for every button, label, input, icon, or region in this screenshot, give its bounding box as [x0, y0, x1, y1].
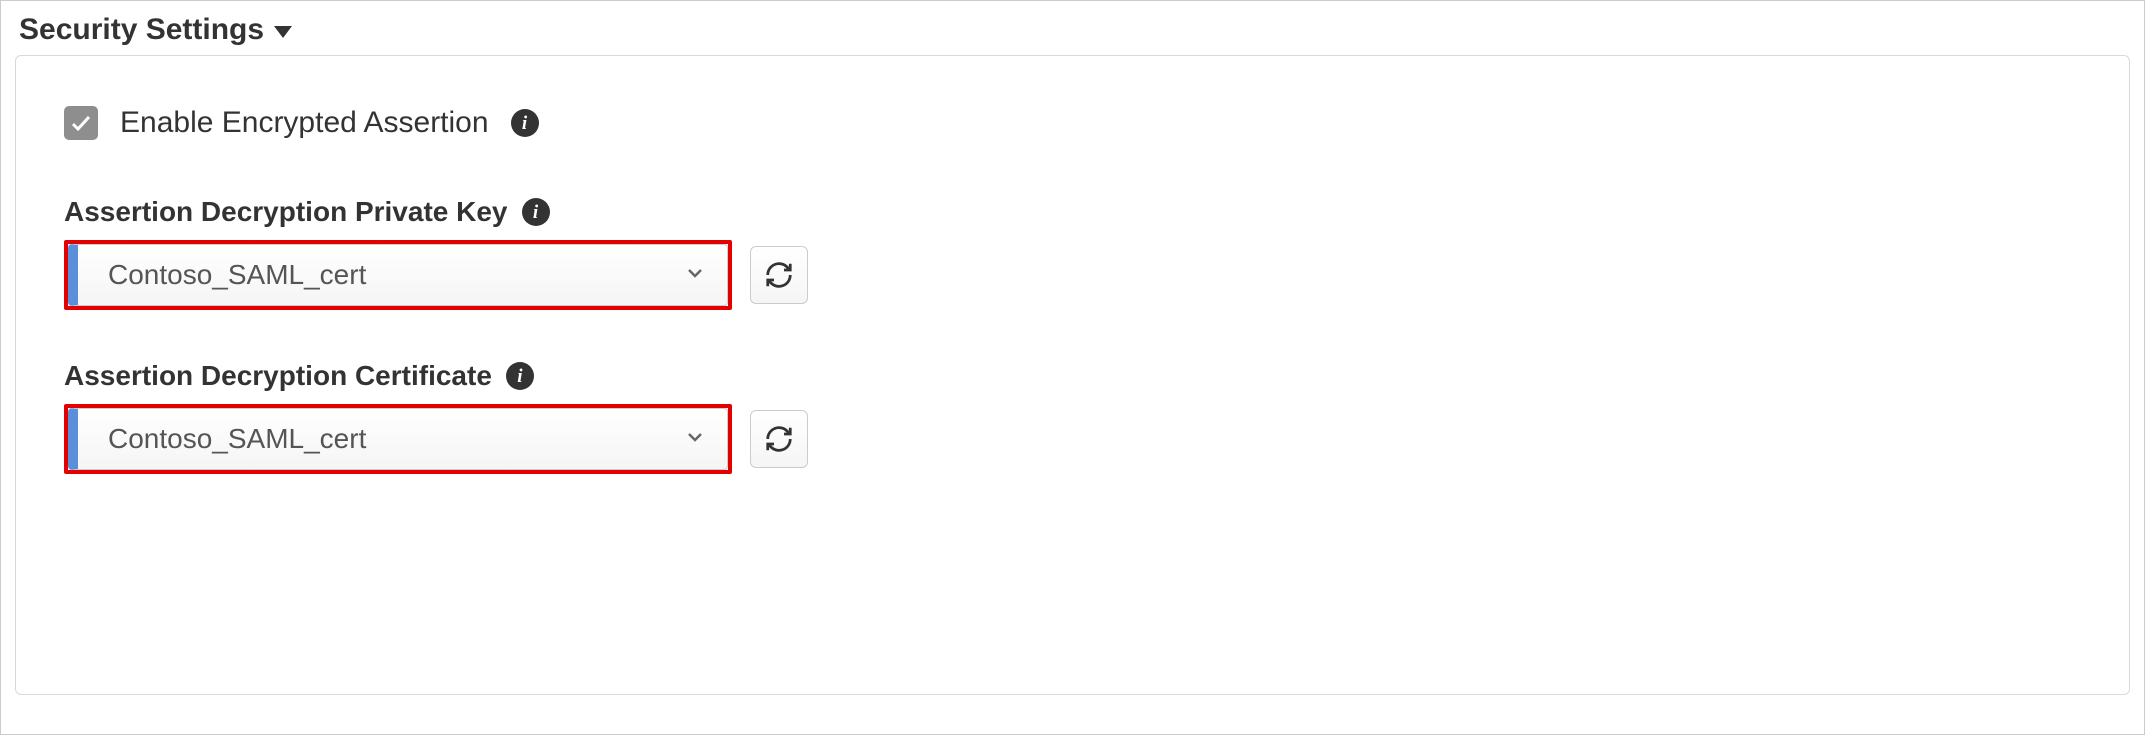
private-key-field: Assertion Decryption Private Key i Conto…: [64, 196, 2081, 310]
enable-encrypted-checkbox[interactable]: [64, 106, 98, 140]
refresh-icon: [764, 424, 794, 454]
security-settings-panel: Enable Encrypted Assertion i Assertion D…: [15, 55, 2130, 695]
enable-encrypted-label: Enable Encrypted Assertion: [120, 106, 489, 140]
certificate-input-row: Contoso_SAML_cert: [64, 404, 2081, 474]
info-icon[interactable]: i: [511, 109, 539, 137]
section-title: Security Settings: [19, 13, 264, 47]
certificate-value: Contoso_SAML_cert: [108, 423, 366, 455]
private-key-highlight: Contoso_SAML_cert: [64, 240, 732, 310]
check-icon: [69, 111, 93, 135]
info-icon[interactable]: i: [522, 198, 550, 226]
caret-down-icon: [274, 26, 292, 38]
certificate-select[interactable]: Contoso_SAML_cert: [68, 408, 728, 470]
chevron-down-icon: [683, 261, 707, 290]
private-key-label-row: Assertion Decryption Private Key i: [64, 196, 2081, 228]
chevron-down-icon: [683, 425, 707, 454]
section-header[interactable]: Security Settings: [1, 1, 2144, 55]
certificate-label-row: Assertion Decryption Certificate i: [64, 360, 2081, 392]
private-key-select[interactable]: Contoso_SAML_cert: [68, 244, 728, 306]
private-key-refresh-button[interactable]: [750, 246, 808, 304]
certificate-field: Assertion Decryption Certificate i Conto…: [64, 360, 2081, 474]
certificate-highlight: Contoso_SAML_cert: [64, 404, 732, 474]
enable-encrypted-row: Enable Encrypted Assertion i: [64, 106, 2081, 140]
security-settings-container: Security Settings Enable Encrypted Asser…: [0, 0, 2145, 735]
private-key-value: Contoso_SAML_cert: [108, 259, 366, 291]
certificate-label: Assertion Decryption Certificate: [64, 360, 492, 392]
certificate-refresh-button[interactable]: [750, 410, 808, 468]
info-icon[interactable]: i: [506, 362, 534, 390]
private-key-input-row: Contoso_SAML_cert: [64, 240, 2081, 310]
refresh-icon: [764, 260, 794, 290]
private-key-label: Assertion Decryption Private Key: [64, 196, 508, 228]
